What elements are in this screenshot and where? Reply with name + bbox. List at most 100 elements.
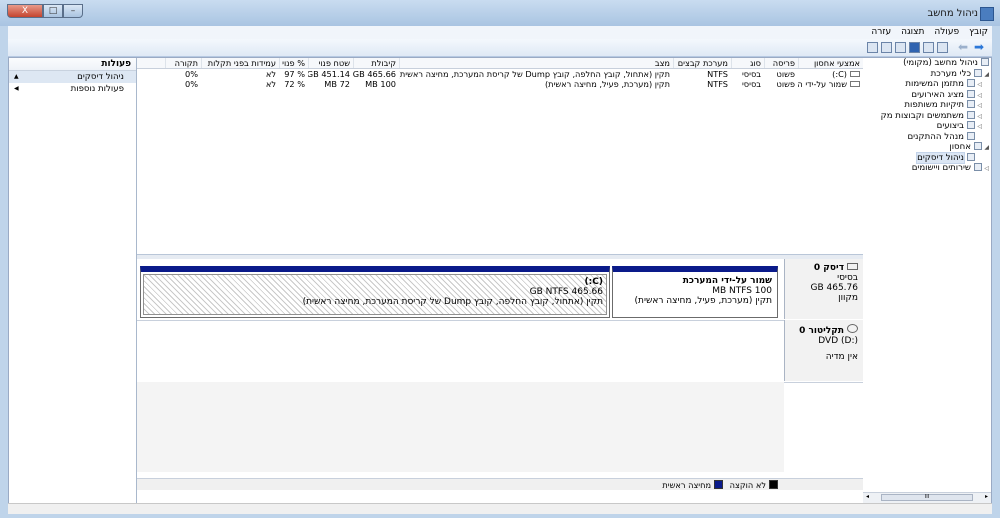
fs-cell: NTFS [707,69,728,79]
tree-node-task-scheduler[interactable]: ◁מתזמן המשימות [863,79,991,90]
type-cell: בסיסי [741,69,761,79]
legend-primary-partition: מחיצה ראשית [662,480,712,490]
col-file-system[interactable]: מערכת קבצים [673,58,731,68]
tree-node-local-users[interactable]: ◁משתמשים וקבוצות מק [863,110,991,122]
actions-header: פעולות [9,58,136,71]
tree-node-event-viewer[interactable]: ◁מציג האירועים [863,89,991,101]
minimize-button[interactable]: – [63,4,83,18]
device-manager-icon [967,131,975,140]
volume-row[interactable]: (C:) פשוט בסיסי NTFS תקין (אתחול, קובץ ה… [136,69,863,79]
legend-swatch-unallocated [769,480,778,489]
close-button[interactable]: X [7,4,43,18]
title-bar[interactable]: ניהול מחשב X □ – [0,0,1000,26]
volume-row[interactable]: שמור על-ידי המערכת פשוט בסיסי NTFS תקין … [136,79,863,89]
clock-icon [967,79,975,87]
capacity-cell: GB 465.66 [353,69,396,79]
col-capacity[interactable]: קיבולת [353,58,399,68]
up-level-icon[interactable] [937,42,948,53]
col-percent-free[interactable]: % פנוי [279,58,308,68]
menu-file[interactable]: קובץ [969,26,988,39]
menu-bar: קובץ פעולה תצוגה עזרה [8,26,992,39]
menu-view[interactable]: תצוגה [901,26,924,39]
percent-free-cell: % 72 [284,79,305,89]
actions-more[interactable]: פעולות נוספות ◀ [9,83,136,95]
col-fault-tolerance[interactable]: עמידות בפני תקלות [201,58,279,68]
partition-system-reserved[interactable]: שמור על-ידי המערכת MB NTFS 100 תקין (מער… [612,266,778,318]
layout-cell: פשוט [776,69,795,79]
volume-cell: שמור על-ידי המערכת [798,79,863,89]
cdrom-0-label[interactable]: תקליטור 0 DVD (D:) אין מדיה [784,320,863,381]
status-cell: תקין (מערכת, פעיל, מחיצה ראשית) [544,79,670,89]
disk-0-label[interactable]: דיסק 0 בסיסי GB 465.76 מקוון [784,259,863,319]
show-hide-tree-icon[interactable] [923,42,934,53]
scroll-left-icon[interactable]: ◂ [866,493,869,500]
tree-node-services-applications[interactable]: ◁שירותים ויישומים [863,163,991,174]
center-pane: אמצעי אחסון פריסה סוג מערכת קבצים מצב קי… [136,58,863,503]
expand-icon[interactable]: ◁ [982,164,989,175]
services-icon [974,163,982,171]
percent-free-cell: % 97 [284,69,305,79]
overhead-cell: 0% [185,79,198,89]
partition-c-drive[interactable]: (C:) GB NTFS 465.66 תקין (אתחול, קובץ הח… [140,266,610,318]
fs-cell: NTFS [707,79,728,89]
fault-tolerance-cell: לא [265,79,276,89]
overhead-cell: 0% [185,69,198,79]
col-overhead[interactable]: תקורה [165,58,201,68]
free-space-cell: MB 72 [324,79,350,89]
tree-node-system-tools[interactable]: ◢כלי מערכת [863,68,991,80]
col-status[interactable]: מצב [399,58,673,68]
main-content: ניהול מחשב (מקומי) ◢כלי מערכת ◁מתזמן המש… [8,57,992,504]
dvd-drive-icon [847,324,858,333]
empty-graph-area [136,382,784,472]
storage-icon [974,142,982,150]
window-controls: X □ – [7,4,83,18]
volume-list: אמצעי אחסון פריסה סוג מערכת קבצים מצב קי… [136,58,863,254]
computer-icon [981,58,989,66]
submenu-arrow-icon[interactable]: ◀ [14,83,19,95]
menu-action[interactable]: פעולה [934,26,959,39]
col-type[interactable]: סוג [731,58,764,68]
properties-icon[interactable] [895,42,906,53]
console-tree: ניהול מחשב (מקומי) ◢כלי מערכת ◁מתזמן המש… [862,58,991,503]
volume-list-header: אמצעי אחסון פריסה סוג מערכת קבצים מצב קי… [136,58,863,69]
col-volume[interactable]: אמצעי אחסון [798,58,863,68]
tree-horizontal-scrollbar[interactable]: ◂ III ▸ [863,492,991,503]
legend-swatch-primary [714,480,724,489]
performance-icon [967,121,975,129]
layout-cell: פשוט [776,79,795,89]
disk-0-row: דיסק 0 בסיסי GB 465.76 מקוון שמור על-ידי… [136,259,863,321]
tools-icon [974,68,982,77]
tree-node-shared-folders[interactable]: ◁תיקיות משותפות [863,100,991,111]
tree-node-disk-management[interactable]: ניהול דיסקים [863,151,991,164]
back-arrow-icon[interactable]: ➡ [974,41,984,53]
scroll-right-icon[interactable]: ▸ [985,493,988,500]
users-icon [967,110,975,119]
refresh-icon[interactable] [881,42,892,53]
actions-pane: פעולות ניהול דיסקים ▲ פעולות נוספות ◀ [9,58,137,503]
collapse-triangle-icon[interactable]: ▲ [14,71,19,83]
menu-help[interactable]: עזרה [871,26,891,39]
drive-icon [850,71,860,77]
col-layout[interactable]: פריסה [764,58,798,68]
toolbar: ➡ ⬅ [8,39,992,57]
event-viewer-icon [967,89,975,98]
type-cell: בסיסי [741,79,761,89]
forward-arrow-icon[interactable]: ⬅ [958,41,968,53]
folder-icon [967,100,975,108]
tree-node-computer-management[interactable]: ניהול מחשב (מקומי) [863,58,991,69]
actions-section-disk-management[interactable]: ניהול דיסקים ▲ [9,71,136,83]
scroll-thumb[interactable]: III [881,494,973,501]
maximize-button[interactable]: □ [43,4,63,18]
settings-icon[interactable] [867,42,878,53]
free-space-cell: GB 451.14 [308,69,350,79]
tree-node-storage[interactable]: ◢אחסון [863,142,991,153]
disk-icon [847,263,858,270]
col-free-space[interactable]: שטח פנוי [308,58,353,68]
legend-bar: לא הוקצה מחיצה ראשית [136,478,863,490]
drive-icon [850,81,860,87]
help-icon[interactable] [909,42,920,53]
fault-tolerance-cell: לא [265,69,276,79]
tree-node-performance[interactable]: ◁ביצועים [863,121,991,132]
tree-node-device-manager[interactable]: מנהל ההתקנים [863,131,991,143]
cdrom-0-row: תקליטור 0 DVD (D:) אין מדיה [136,320,863,383]
